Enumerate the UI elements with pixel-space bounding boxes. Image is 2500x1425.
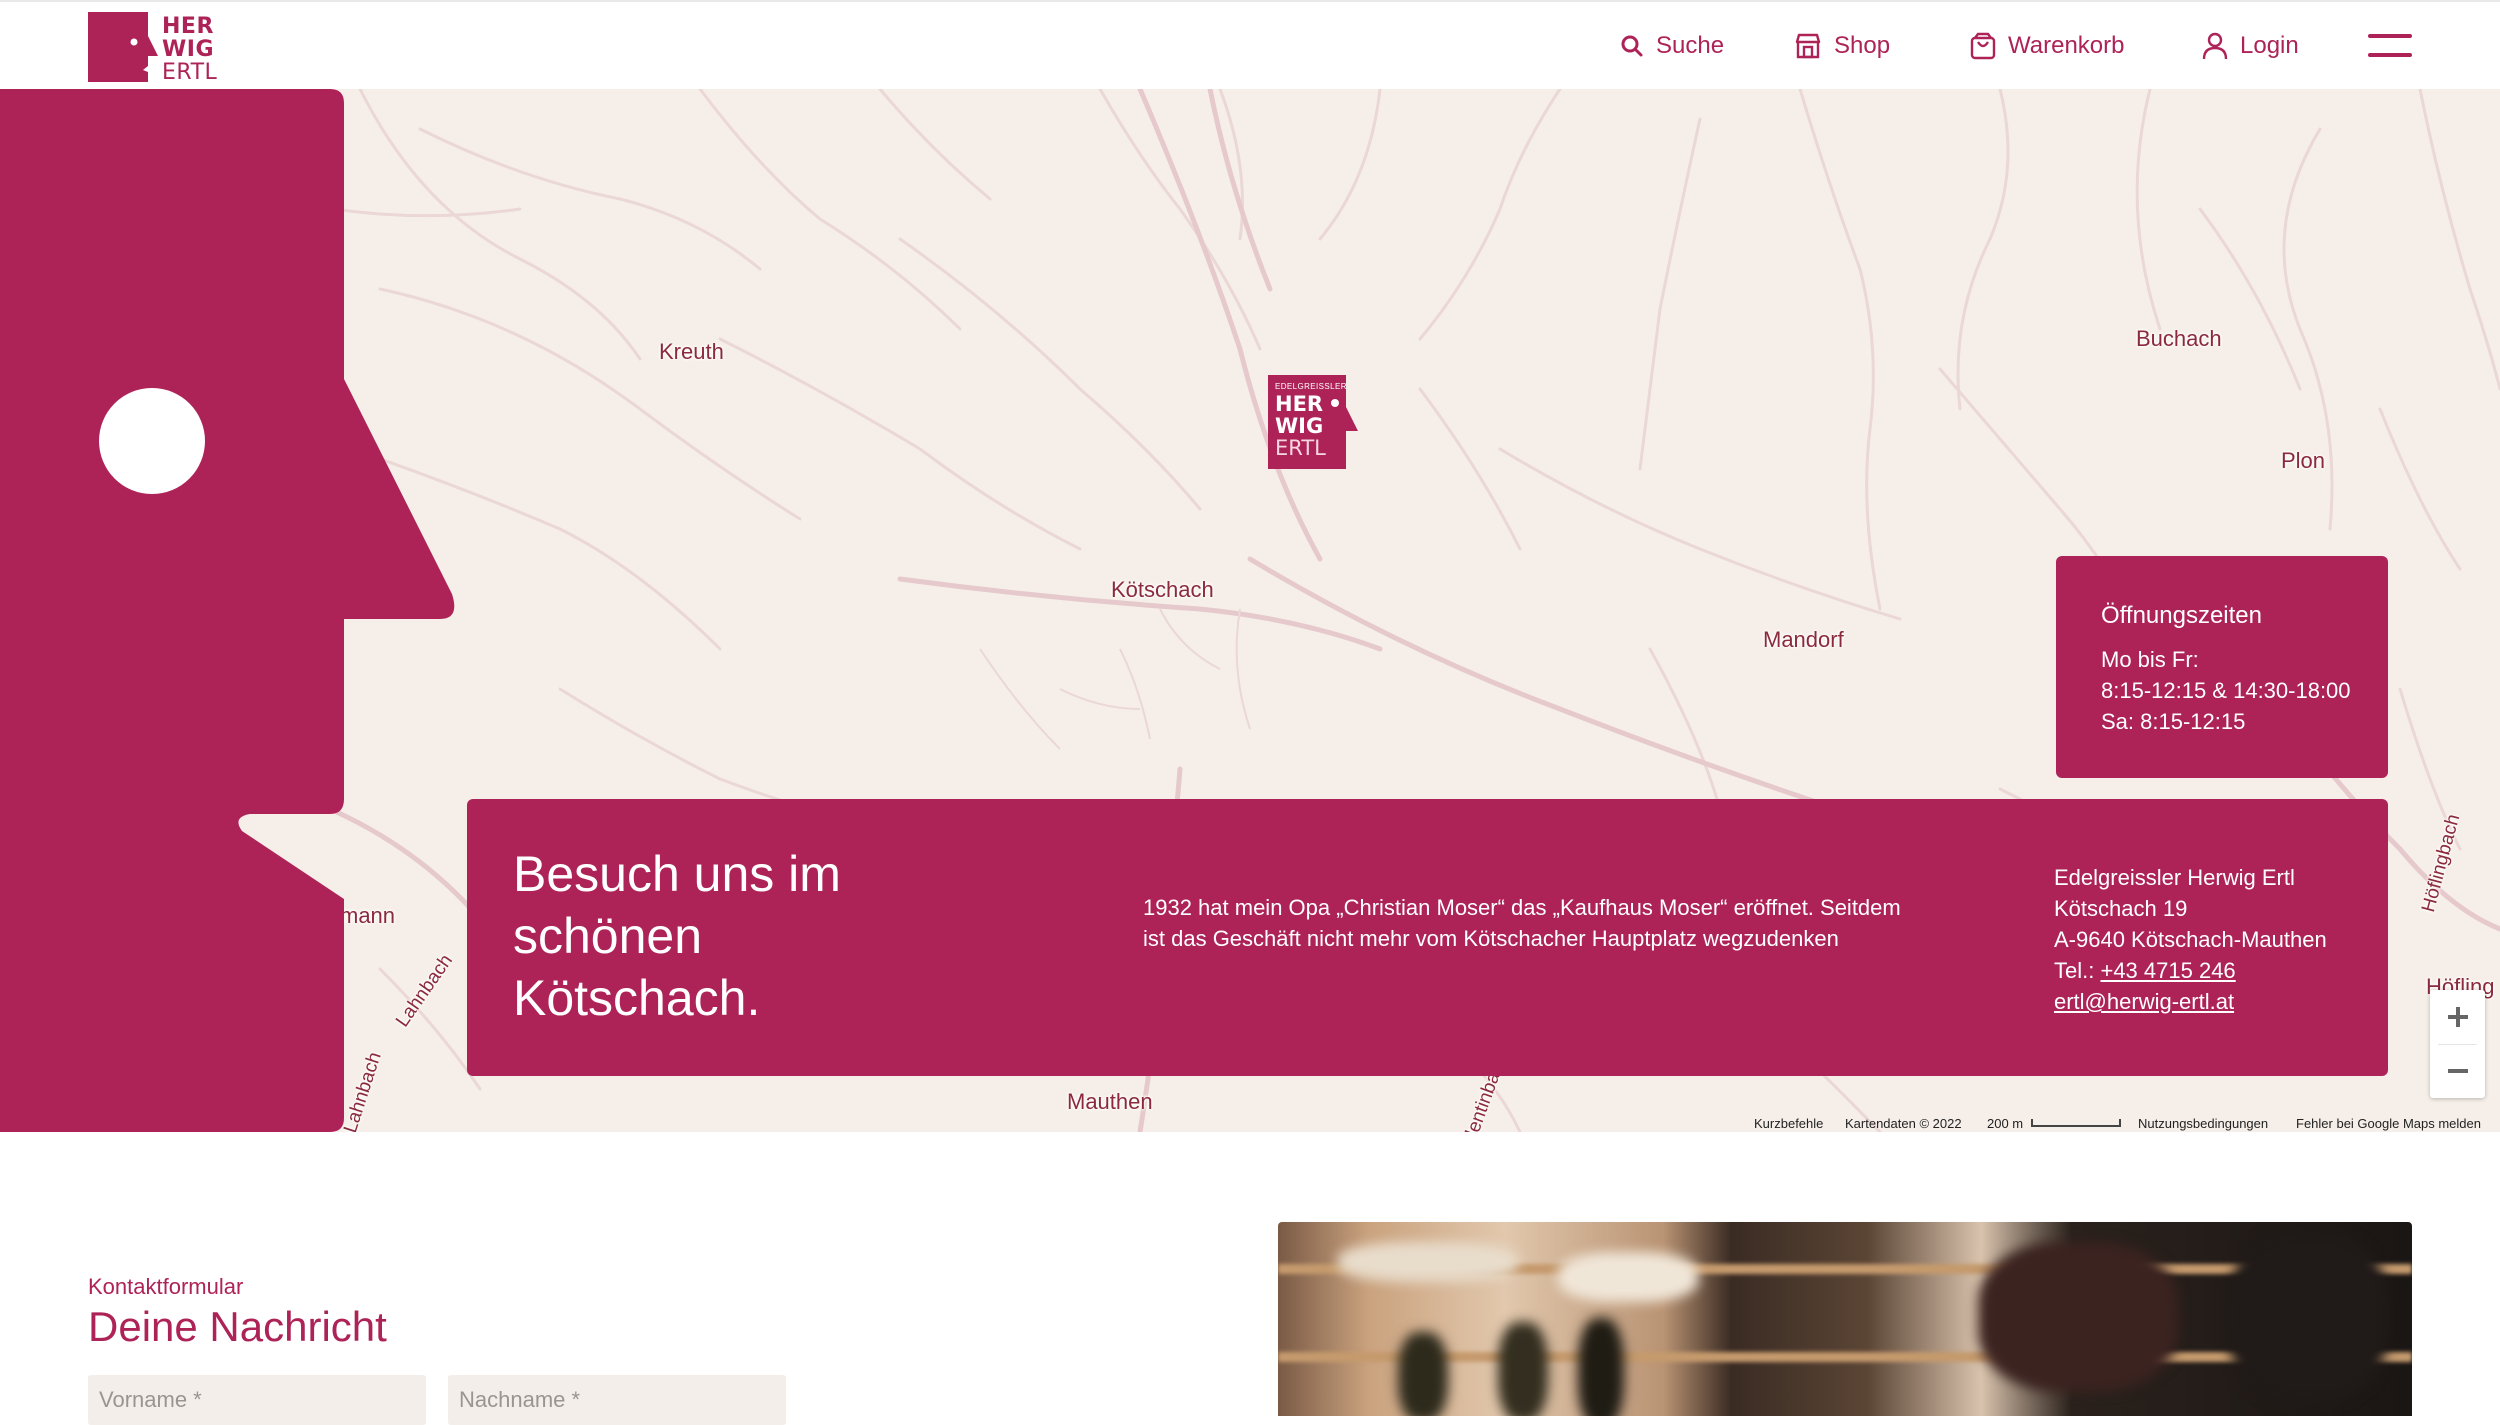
visit-heading-line: Besuch uns im [513,846,841,902]
marker-text: HER WIG ERTL [1275,393,1326,459]
logo[interactable]: HER WIG ERTL [88,12,223,84]
visit-history-text: 1932 hat mein Opa „Christian Moser“ das … [1143,895,1901,951]
nav-cart[interactable]: Warenkorb [1970,26,2124,66]
map-scale-bar [2031,1119,2122,1127]
nav-shop-label: Shop [1834,32,1891,59]
contact-tel-label: Tel.: [2054,958,2101,983]
map-scale: 200 m [1987,1114,2122,1132]
contact-email-link[interactable]: ertl@herwig-ertl.at [2054,989,2234,1014]
map-place-label: Mandorf [1763,627,1844,652]
zoom-in-button[interactable] [2430,990,2485,1044]
opening-hours-line: 8:15-12:15 & 14:30-18:00 [2101,678,2351,703]
map-shortcuts-link[interactable]: Kurzbefehle [1754,1114,1823,1132]
map-data-attribution: Kartendaten © 2022 [1845,1115,1962,1131]
first-name-input[interactable] [88,1375,426,1425]
map-place-label: Mauthen [1067,1089,1153,1114]
logo-line: ERTL [162,60,218,85]
map-terms-link[interactable]: Nutzungsbedingungen [2138,1114,2268,1132]
visit-heading: Besuch uns im schönen Kötschach. [513,843,933,1029]
shop-icon [1795,33,1821,59]
marker-eye-icon [1331,399,1339,407]
photo-jars [1558,1252,1698,1302]
nav-shop[interactable]: Shop [1794,26,1890,66]
contact-city: A-9640 Kötschach-Mauthen [2054,927,2327,952]
contact-name: Edelgreissler Herwig Ertl [2054,865,2295,890]
user-icon [2202,32,2228,60]
hamburger-icon[interactable] [2368,34,2412,60]
visit-heading-line: schönen [513,908,703,964]
photo-wine-rack [2228,1232,2388,1402]
contact-form-label: Kontaktformular [88,1274,244,1299]
map-place-label: Kötschach [1111,577,1214,602]
marker-line: HER [1275,392,1324,416]
map-scale-label: 200 m [1987,1115,2024,1131]
contact-form-title: Deine Nachricht [88,1303,387,1350]
map-zoom-control [2430,990,2485,1098]
map-marker[interactable]: EDELGREISSLER HER WIG ERTL [1268,375,1360,469]
logo-line: WIG [162,37,215,62]
logo-line: HER [162,14,214,39]
contact-phone-link[interactable]: +43 4715 246 [2100,958,2235,983]
marker-face-icon [1344,393,1358,469]
zoom-out-button[interactable] [2430,1044,2485,1098]
site-header: HER WIG ERTL Suche Shop Warenkorb Login [0,0,2500,89]
cart-icon [1970,32,1996,60]
marker-small-text: EDELGREISSLER [1275,382,1347,391]
search-icon [1621,35,1643,57]
visit-heading-line: Kötschach. [513,970,761,1026]
contact-tel-row: Tel.: +43 4715 246 [2054,955,2327,986]
marker-logo: EDELGREISSLER HER WIG ERTL [1268,375,1347,469]
opening-hours-line: Mo bis Fr: [2101,647,2199,672]
marker-line: WIG [1275,414,1324,438]
nav-login-label: Login [2240,32,2299,59]
contact-street: Kötschach 19 [2054,896,2188,921]
last-name-input[interactable] [448,1375,786,1425]
head-silhouette-graphic [0,89,455,1132]
shop-interior-photo [1278,1222,2412,1416]
map-report-link[interactable]: Fehler bei Google Maps melden [2296,1114,2481,1132]
minus-icon [2447,1069,2468,1073]
nav-cart-label: Warenkorb [2008,32,2125,59]
map-place-label: Buchach [2136,326,2222,351]
logo-text: HER WIG ERTL [162,15,217,84]
photo-bottle [1578,1318,1624,1416]
plus-icon [2447,1007,2468,1027]
photo-jars [1338,1242,1518,1282]
map-place-label: Plon [2281,448,2326,473]
opening-hours-line: Sa: 8:15-12:15 [2101,709,2246,734]
photo-bottle [1498,1322,1548,1416]
photo-wine-rack [1978,1242,2178,1392]
opening-hours-title: Öffnungszeiten [2101,602,2263,629]
opening-hours-card: Öffnungszeiten Mo bis Fr: 8:15-12:15 & 1… [2056,556,2388,778]
visit-banner: Besuch uns im schönen Kötschach. 1932 ha… [467,799,2388,1076]
nav-search-label: Suche [1656,32,1725,59]
map-place-label: Kreuth [659,339,724,364]
nav-login[interactable]: Login [2202,26,2299,66]
logo-face-icon [88,12,158,82]
nav-search[interactable]: Suche [1620,26,1724,66]
visit-contact: Edelgreissler Herwig Ertl Kötschach 19 A… [2054,862,2327,1017]
marker-line: ERTL [1275,436,1326,460]
photo-bottle [1398,1332,1448,1416]
